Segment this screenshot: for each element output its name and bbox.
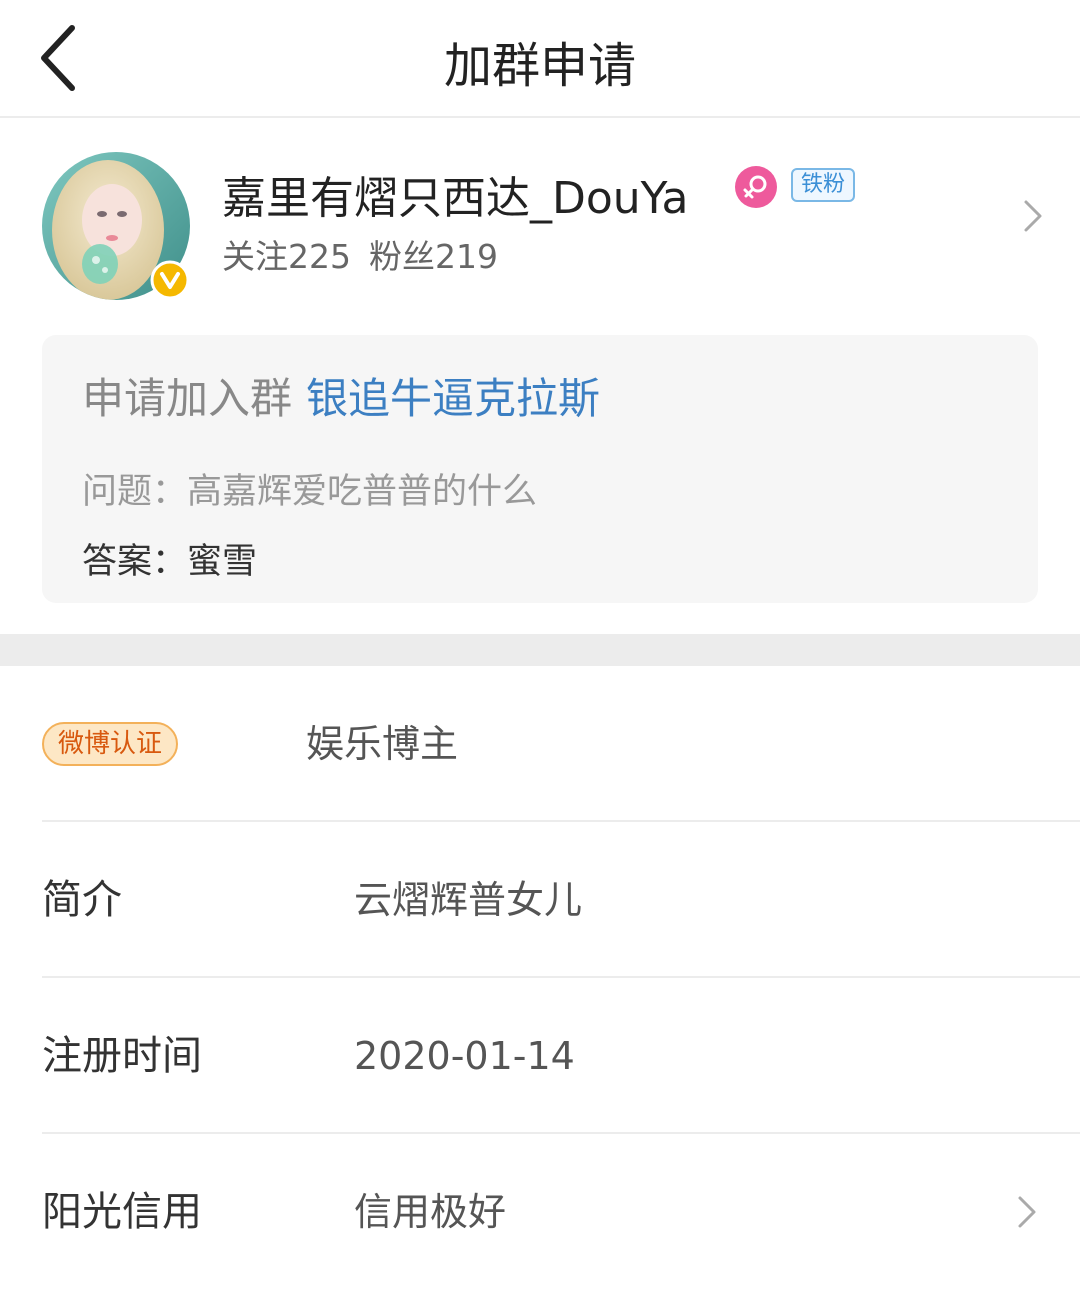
applicant-profile[interactable]: 嘉里有熠只西达_DouYa 铁粉 关注225 粉丝219 [0,118,1080,328]
top-bar: 加群申请 [0,0,1080,118]
apply-prefix: 申请加入群 [82,374,293,423]
register-date-label: 注册时间 [42,1033,202,1079]
fan-level-badge: 铁粉 [791,168,856,202]
page-title: 加群申请 [443,38,636,94]
following-count[interactable]: 关注225 [222,237,351,276]
bio-value: 云熠辉普女儿 [354,878,583,922]
register-date-value: 2020-01-14 [354,1034,575,1078]
chevron-right-icon [1018,196,1048,236]
weibo-verification-badge: 微博认证 [42,722,179,766]
info-row-verification: 微博认证 娱乐博主 [42,666,1080,822]
sunshine-credit-value: 信用极好 [354,1190,507,1234]
info-row-sunshine-credit[interactable]: 阳光信用 信用极好 [42,1134,1080,1290]
follow-stats: 关注225 粉丝219 [222,230,498,278]
bio-label: 简介 [42,877,122,923]
verified-v-icon [150,260,190,300]
info-row-bio: 简介 云熠辉普女儿 [42,822,1080,978]
followers-count[interactable]: 粉丝219 [369,237,498,276]
group-name-link[interactable]: 银追牛逼克拉斯 [306,374,600,423]
sunshine-credit-label: 阳光信用 [42,1189,202,1235]
chevron-right-icon [1012,1192,1042,1232]
application-card: 申请加入群 银追牛逼克拉斯 问题：高嘉辉爱吃普普的什么 答案：蜜雪 [42,335,1038,603]
question-text: 问题：高嘉辉爱吃普普的什么 [82,472,538,512]
info-row-register-date: 注册时间 2020-01-14 [42,978,1080,1134]
apply-group-line: 申请加入群 银追牛逼克拉斯 [82,365,600,426]
answer-text: 答案：蜜雪 [82,542,258,582]
section-divider [0,634,1080,666]
female-icon [734,165,778,209]
verification-value: 娱乐博主 [306,722,459,766]
username: 嘉里有熠只西达_DouYa [222,173,689,224]
